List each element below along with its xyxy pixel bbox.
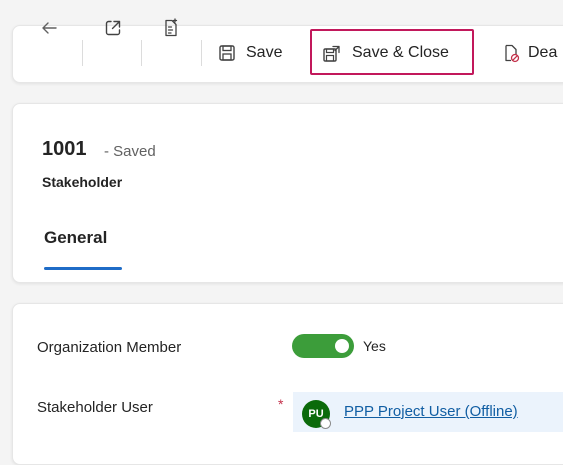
toolbar-divider [141,40,142,66]
document-deactivate-icon [502,43,520,63]
organization-member-label: Organization Member [37,339,182,356]
deactivate-label: Dea [528,44,558,61]
tab-general[interactable]: General [44,228,107,248]
record-title: 1001 [42,138,87,160]
required-indicator: * [278,396,284,412]
document-flow-icon [162,18,180,38]
save-button[interactable]: Save [218,25,282,81]
deactivate-button[interactable]: Dea [502,25,557,81]
toolbar-divider [82,40,83,66]
back-button[interactable] [40,0,58,56]
open-in-new-window-icon [104,19,122,37]
stakeholder-user-label: Stakeholder User [37,399,153,416]
save-and-close-highlight [310,29,474,75]
form-section [12,303,563,465]
toolbar-divider [201,40,202,66]
toggle-knob [335,339,349,353]
save-label: Save [246,44,283,61]
process-button[interactable] [162,0,180,56]
organization-member-value: Yes [363,338,386,354]
stakeholder-user-link[interactable]: PPP Project User (Offline) [344,403,518,420]
record-save-status: - Saved [104,143,156,160]
open-in-new-window-button[interactable] [104,0,122,56]
record-header [12,103,563,283]
organization-member-toggle[interactable] [292,334,354,358]
floppy-disk-icon [218,44,236,62]
entity-name: Stakeholder [42,174,123,190]
presence-offline-icon [320,418,331,429]
arrow-left-icon [40,19,58,37]
command-bar [12,25,563,83]
selected-tab-indicator [44,267,122,270]
